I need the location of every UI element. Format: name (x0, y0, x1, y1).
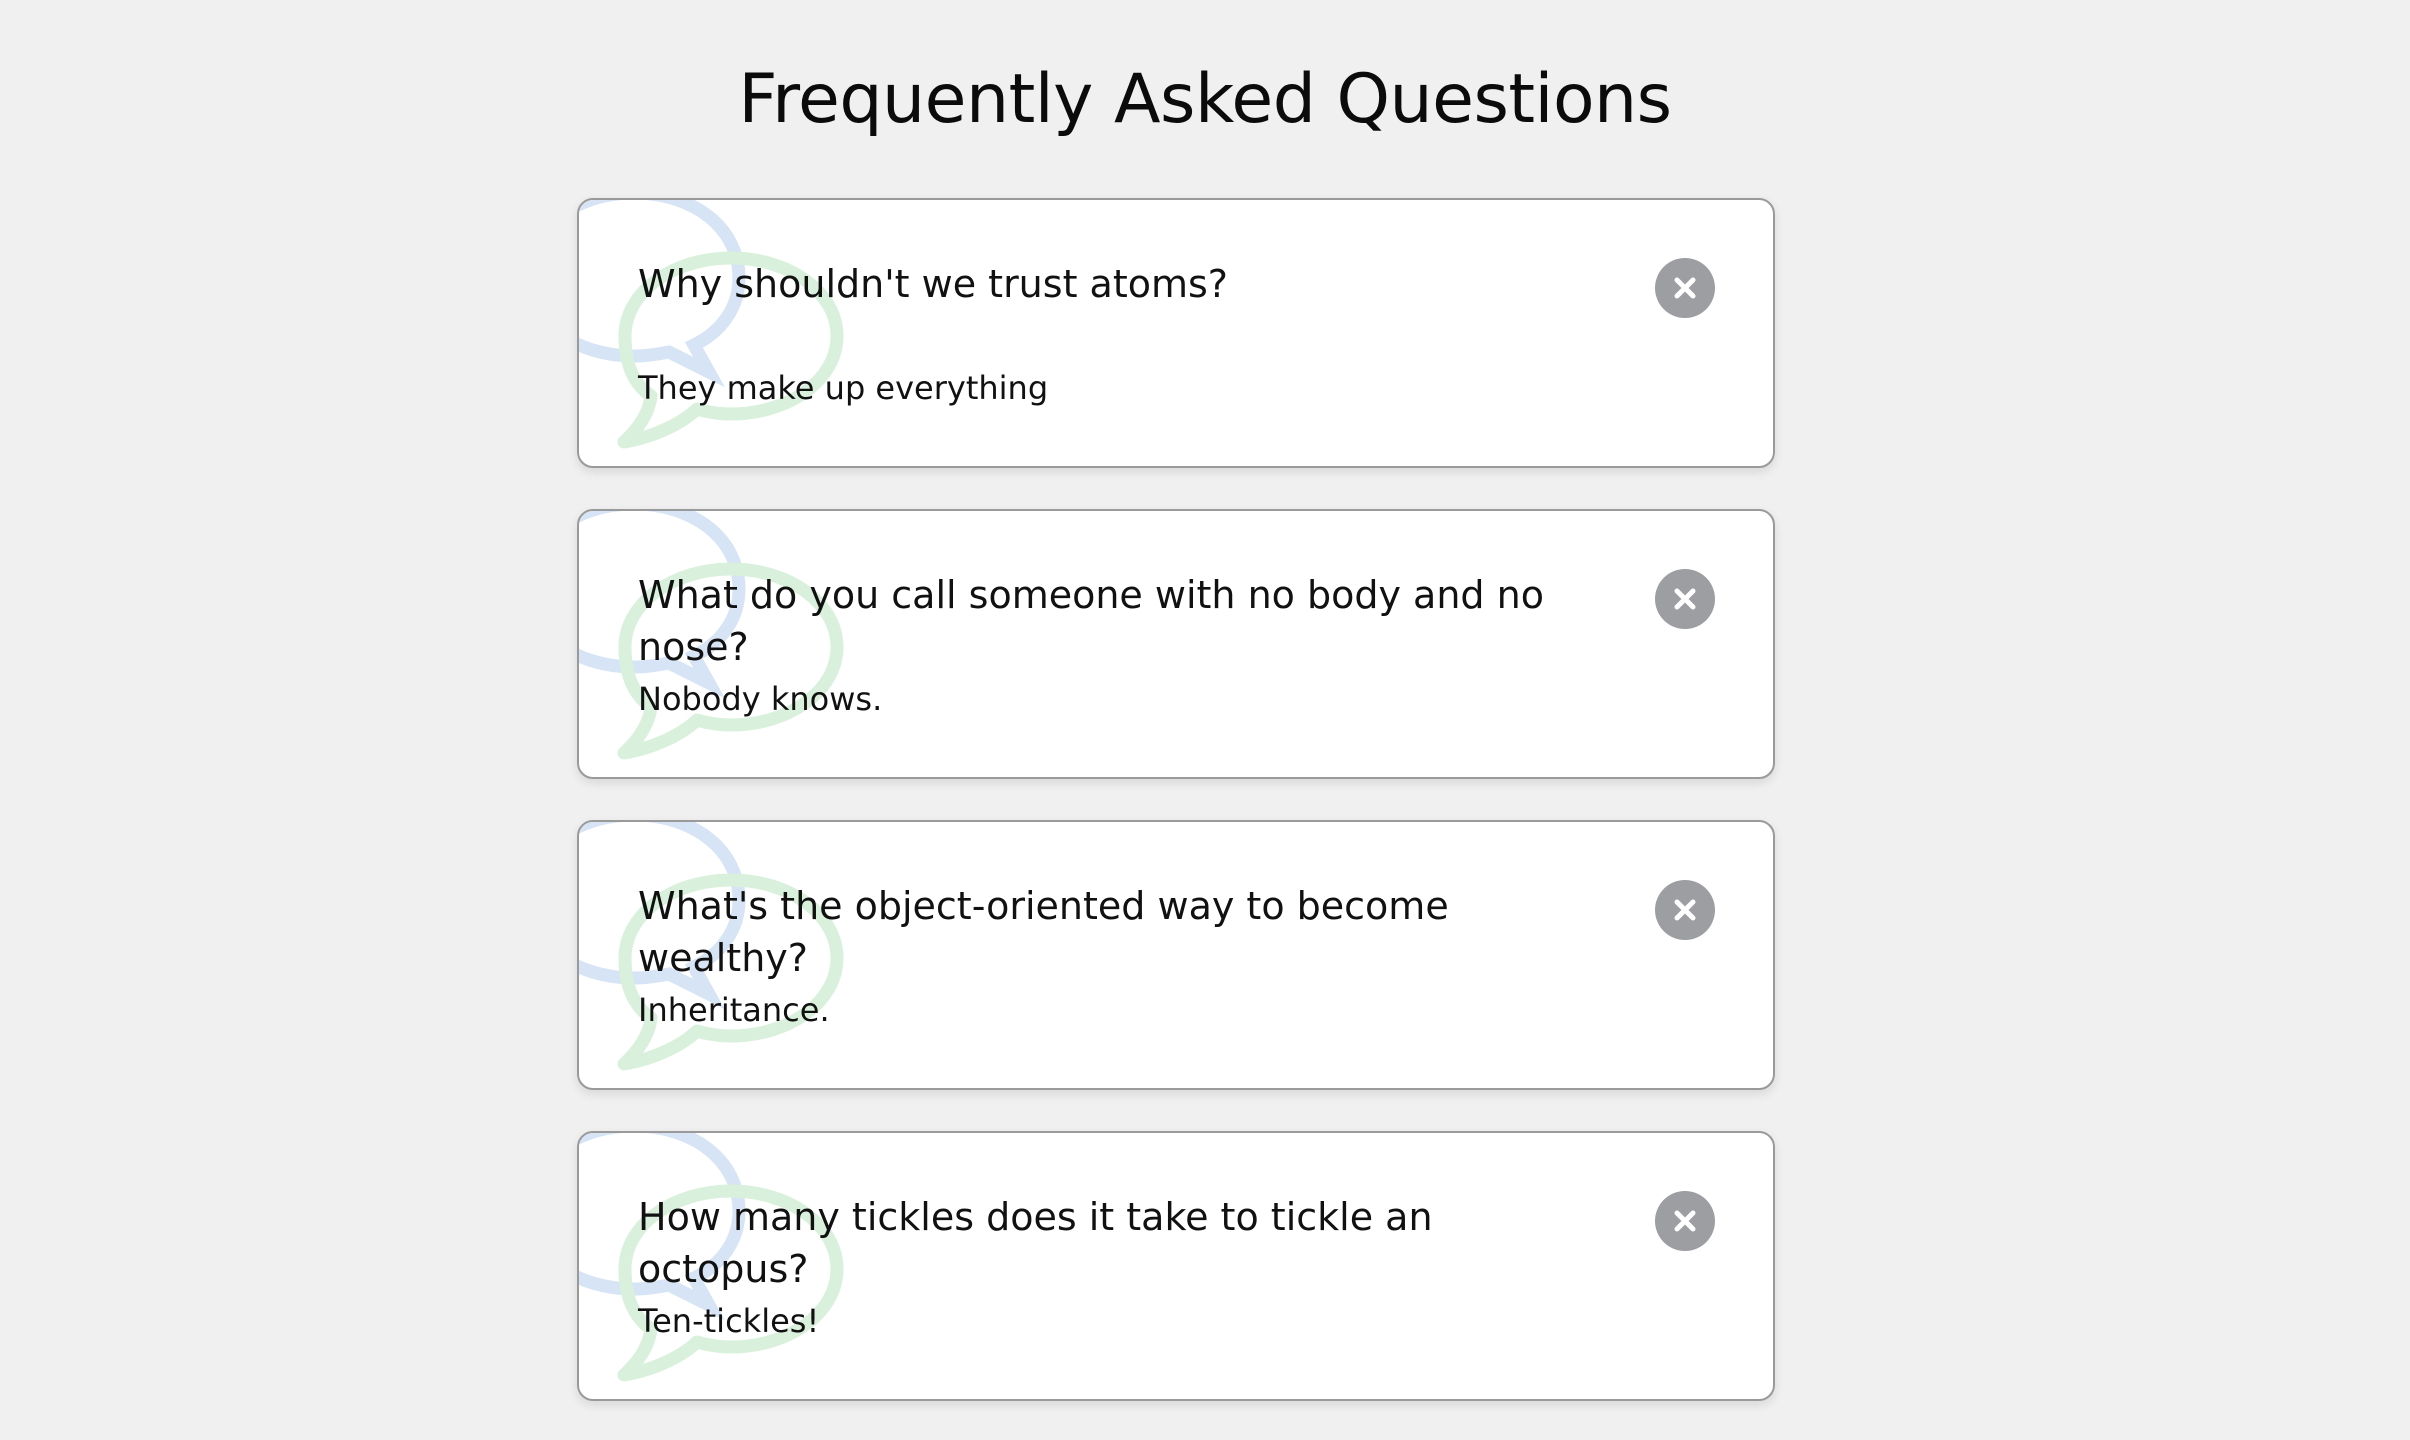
close-button[interactable] (1655, 880, 1715, 940)
faq-answer: Ten-tickles! (638, 1302, 820, 1340)
faq-answer: Nobody knows. (638, 680, 883, 718)
close-icon (1674, 588, 1696, 610)
faq-answer: They make up everything (638, 369, 1049, 407)
close-icon (1674, 899, 1696, 921)
faq-question: How many tickles does it take to tickle … (638, 1195, 1433, 1291)
close-button[interactable] (1655, 1191, 1715, 1251)
faq-answer: Inheritance. (638, 991, 830, 1029)
faq-item: What do you call someone with no body an… (577, 509, 1775, 779)
close-button[interactable] (1655, 569, 1715, 629)
faq-question: What's the object-oriented way to become… (638, 884, 1449, 980)
faq-list: Why shouldn't we trust atoms? They make … (577, 198, 1775, 1401)
faq-item: Why shouldn't we trust atoms? They make … (577, 198, 1775, 468)
faq-question: Why shouldn't we trust atoms? (638, 262, 1228, 306)
close-button[interactable] (1655, 258, 1715, 318)
close-icon (1674, 277, 1696, 299)
faq-item: What's the object-oriented way to become… (577, 820, 1775, 1090)
chat-bubbles-icon (579, 200, 844, 449)
close-icon (1674, 1210, 1696, 1232)
faq-item: How many tickles does it take to tickle … (577, 1131, 1775, 1401)
faq-question: What do you call someone with no body an… (638, 573, 1544, 669)
page-title: Frequently Asked Questions (738, 60, 1672, 139)
